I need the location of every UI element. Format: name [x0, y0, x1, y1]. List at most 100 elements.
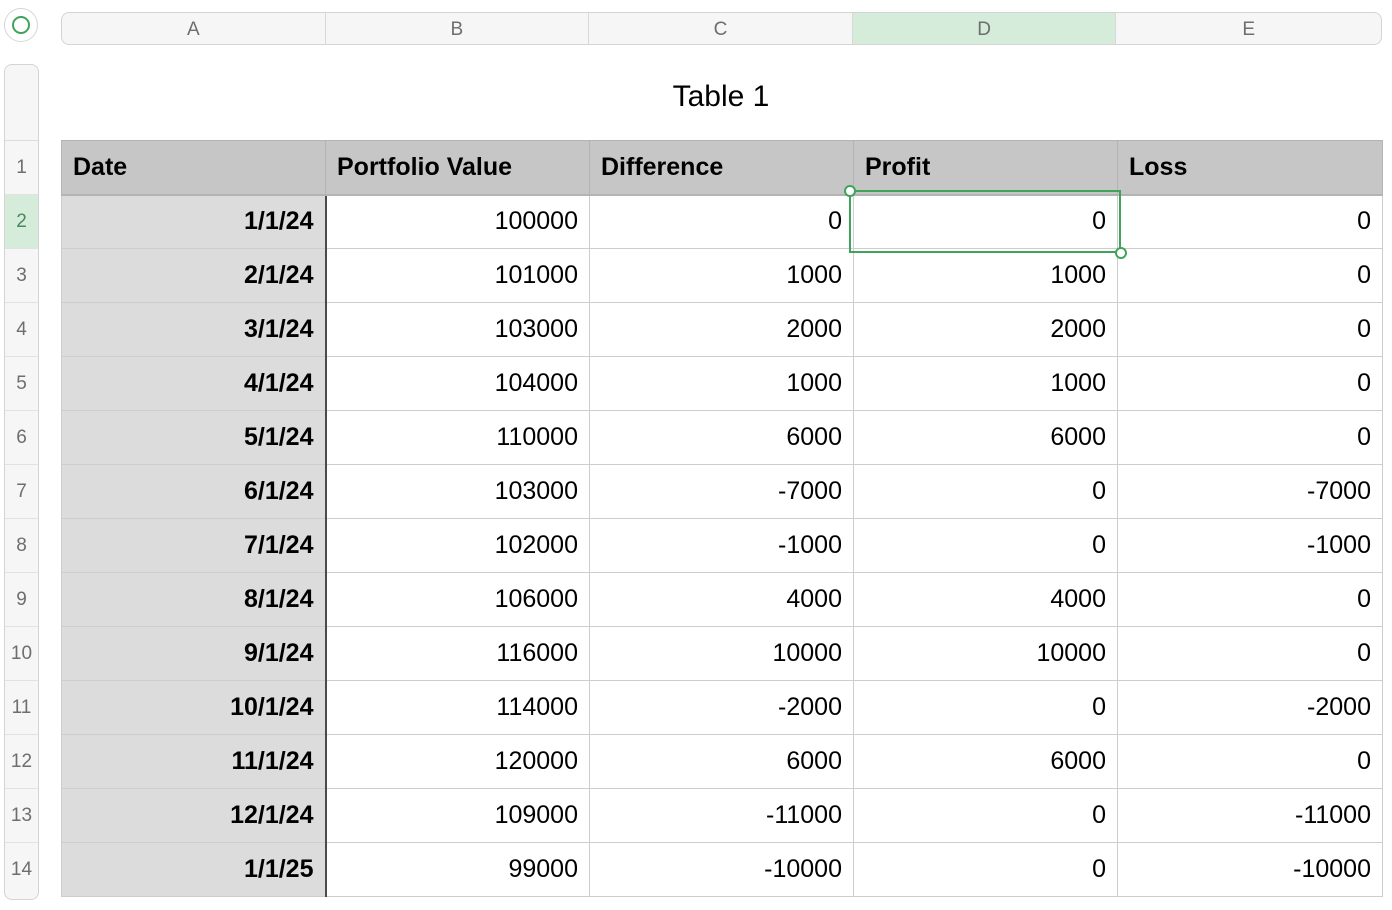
- column-header-bar: A B C D E: [61, 12, 1382, 45]
- portfolio-value-cell[interactable]: 100000: [325, 194, 590, 249]
- select-all-button[interactable]: [4, 8, 38, 42]
- difference-cell[interactable]: 10000: [589, 626, 854, 681]
- row-header-2[interactable]: 2: [5, 195, 38, 249]
- portfolio-value-cell[interactable]: 120000: [325, 734, 590, 789]
- row-header-7[interactable]: 7: [5, 465, 38, 519]
- header-cell-loss[interactable]: Loss: [1117, 140, 1383, 196]
- loss-cell[interactable]: 0: [1117, 248, 1383, 303]
- column-header-b[interactable]: B: [326, 13, 590, 44]
- date-cell[interactable]: 12/1/24: [61, 788, 327, 843]
- date-cell[interactable]: 7/1/24: [61, 518, 327, 573]
- row-header-13[interactable]: 13: [5, 789, 38, 843]
- portfolio-value-cell[interactable]: 106000: [325, 572, 590, 627]
- profit-cell[interactable]: 0: [853, 194, 1118, 249]
- difference-cell[interactable]: 1000: [589, 356, 854, 411]
- loss-cell[interactable]: 0: [1117, 572, 1383, 627]
- profit-cell[interactable]: 0: [853, 464, 1118, 519]
- difference-cell[interactable]: 4000: [589, 572, 854, 627]
- date-cell[interactable]: 6/1/24: [61, 464, 327, 519]
- portfolio-value-cell[interactable]: 99000: [325, 842, 590, 897]
- table-row: 9/1/24 116000 10000 10000 0: [61, 626, 1383, 681]
- portfolio-value-cell[interactable]: 109000: [325, 788, 590, 843]
- selection-handle-bottom-right[interactable]: [1115, 247, 1127, 259]
- date-cell[interactable]: 2/1/24: [61, 248, 327, 303]
- loss-cell[interactable]: -11000: [1117, 788, 1383, 843]
- portfolio-value-cell[interactable]: 103000: [325, 464, 590, 519]
- profit-cell[interactable]: 1000: [853, 248, 1118, 303]
- loss-cell[interactable]: -1000: [1117, 518, 1383, 573]
- profit-cell[interactable]: 6000: [853, 734, 1118, 789]
- profit-cell[interactable]: 6000: [853, 410, 1118, 465]
- portfolio-value-cell[interactable]: 114000: [325, 680, 590, 735]
- row-header-11[interactable]: 11: [5, 681, 38, 735]
- date-cell[interactable]: 1/1/24: [61, 194, 327, 249]
- difference-cell[interactable]: 1000: [589, 248, 854, 303]
- header-cell-difference[interactable]: Difference: [589, 140, 854, 196]
- loss-cell[interactable]: 0: [1117, 302, 1383, 357]
- profit-cell[interactable]: 4000: [853, 572, 1118, 627]
- profit-cell[interactable]: 2000: [853, 302, 1118, 357]
- table-row: 6/1/24 103000 -7000 0 -7000: [61, 464, 1383, 519]
- date-cell[interactable]: 5/1/24: [61, 410, 327, 465]
- difference-cell[interactable]: -1000: [589, 518, 854, 573]
- row-header-12[interactable]: 12: [5, 735, 38, 789]
- difference-cell[interactable]: 6000: [589, 734, 854, 789]
- profit-cell[interactable]: 0: [853, 842, 1118, 897]
- portfolio-value-cell[interactable]: 110000: [325, 410, 590, 465]
- portfolio-value-cell[interactable]: 116000: [325, 626, 590, 681]
- loss-cell[interactable]: 0: [1117, 626, 1383, 681]
- loss-cell[interactable]: 0: [1117, 194, 1383, 249]
- table-row: 10/1/24 114000 -2000 0 -2000: [61, 680, 1383, 735]
- row-header-5[interactable]: 5: [5, 357, 38, 411]
- portfolio-value-cell[interactable]: 104000: [325, 356, 590, 411]
- portfolio-value-cell[interactable]: 102000: [325, 518, 590, 573]
- profit-cell[interactable]: 0: [853, 680, 1118, 735]
- difference-cell[interactable]: 6000: [589, 410, 854, 465]
- difference-cell[interactable]: -2000: [589, 680, 854, 735]
- row-header-6[interactable]: 6: [5, 411, 38, 465]
- header-cell-date[interactable]: Date: [61, 140, 326, 196]
- row-header-14[interactable]: 14: [5, 843, 38, 897]
- row-header-8[interactable]: 8: [5, 519, 38, 573]
- row-header-bar: 1 2 3 4 5 6 7 8 9 10 11 12 13 14: [4, 64, 39, 900]
- table-title[interactable]: Table 1: [61, 80, 1381, 114]
- loss-cell[interactable]: 0: [1117, 734, 1383, 789]
- date-cell[interactable]: 4/1/24: [61, 356, 327, 411]
- difference-cell[interactable]: -10000: [589, 842, 854, 897]
- loss-cell[interactable]: 0: [1117, 410, 1383, 465]
- date-cell[interactable]: 9/1/24: [61, 626, 327, 681]
- column-header-d[interactable]: D: [852, 13, 1117, 44]
- difference-cell[interactable]: -7000: [589, 464, 854, 519]
- row-header-1[interactable]: 1: [5, 141, 38, 195]
- table-row: 1/1/24 100000 0 0 0: [61, 194, 1383, 249]
- row-header-3[interactable]: 3: [5, 249, 38, 303]
- column-header-c[interactable]: C: [589, 13, 853, 44]
- date-cell[interactable]: 10/1/24: [61, 680, 327, 735]
- selection-handle-top-left[interactable]: [844, 185, 856, 197]
- difference-cell[interactable]: -11000: [589, 788, 854, 843]
- row-header-9[interactable]: 9: [5, 573, 38, 627]
- date-cell[interactable]: 8/1/24: [61, 572, 327, 627]
- profit-cell[interactable]: 0: [853, 518, 1118, 573]
- date-cell[interactable]: 11/1/24: [61, 734, 327, 789]
- difference-cell[interactable]: 0: [589, 194, 854, 249]
- portfolio-value-cell[interactable]: 101000: [325, 248, 590, 303]
- header-cell-portfolio-value[interactable]: Portfolio Value: [325, 140, 590, 196]
- loss-cell[interactable]: -7000: [1117, 464, 1383, 519]
- row-header-10[interactable]: 10: [5, 627, 38, 681]
- row-header-4[interactable]: 4: [5, 303, 38, 357]
- loss-cell[interactable]: -2000: [1117, 680, 1383, 735]
- column-header-e[interactable]: E: [1116, 13, 1381, 44]
- difference-cell[interactable]: 2000: [589, 302, 854, 357]
- profit-cell[interactable]: 10000: [853, 626, 1118, 681]
- profit-cell[interactable]: 0: [853, 788, 1118, 843]
- profit-cell[interactable]: 1000: [853, 356, 1118, 411]
- loss-cell[interactable]: 0: [1117, 356, 1383, 411]
- date-cell[interactable]: 3/1/24: [61, 302, 327, 357]
- header-cell-profit[interactable]: Profit: [853, 140, 1118, 196]
- portfolio-value-cell[interactable]: 103000: [325, 302, 590, 357]
- column-header-a[interactable]: A: [62, 13, 326, 44]
- date-cell[interactable]: 1/1/25: [61, 842, 327, 897]
- loss-cell[interactable]: -10000: [1117, 842, 1383, 897]
- table-row: 4/1/24 104000 1000 1000 0: [61, 356, 1383, 411]
